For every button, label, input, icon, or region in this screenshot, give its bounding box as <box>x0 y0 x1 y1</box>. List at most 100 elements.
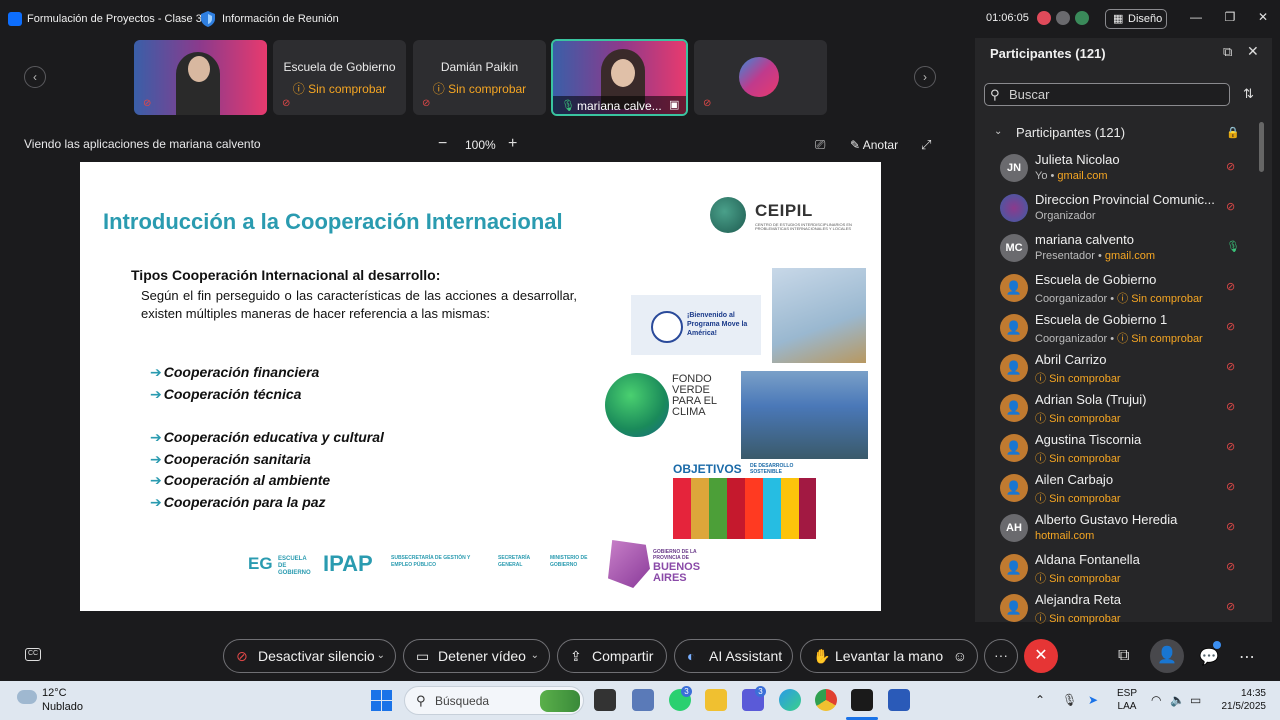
chevron-down-icon[interactable]: ⌄ <box>994 126 1002 137</box>
volume-icon[interactable]: 🔈 <box>1170 693 1185 707</box>
mic-muted-icon[interactable]: ⊘ <box>1226 520 1235 533</box>
participant-row[interactable]: JN Julieta Nicolao Yo • gmail.com ⊘ <box>975 148 1260 188</box>
mic-muted-icon[interactable]: ⊘ <box>1226 480 1235 493</box>
more-options-button[interactable]: ··· <box>984 639 1018 673</box>
widget-icon[interactable] <box>540 690 580 712</box>
more-icon[interactable]: ⋯ <box>1239 647 1255 667</box>
remote-control-icon[interactable]: ⎚ <box>815 137 825 153</box>
unmute-button[interactable]: ⊘ Desactivar silencio ⌄ <box>223 639 396 673</box>
org-avatar <box>739 57 779 97</box>
eg-logo-subtitle: ESCUELA DE GOBIERNO <box>278 556 311 576</box>
sort-icon[interactable]: ⇅ <box>1243 86 1254 102</box>
lock-icon[interactable]: 🔒 <box>1226 126 1240 139</box>
zoom-out-button[interactable]: − <box>438 135 447 153</box>
slash-icon[interactable] <box>1056 11 1070 25</box>
layout-button[interactable]: ▦ Diseño <box>1105 9 1167 29</box>
participant-subtitle: Coorganizador • ⓘ Sin comprobar <box>1035 293 1203 305</box>
video-tile[interactable]: ⊘ <box>134 40 267 115</box>
chevron-down-icon[interactable]: ⌄ <box>531 640 539 672</box>
popout-icon[interactable]: ⧉ <box>1223 44 1232 60</box>
participant-row[interactable]: Direccion Provincial Comunic... Organizad… <box>975 188 1260 228</box>
vaccines-photo <box>772 268 866 363</box>
arrow-icon: ➔ <box>150 493 162 510</box>
participant-row[interactable]: 👤 Ailen Carbajo ⓘ Sin comprobar ⊘ <box>975 468 1260 508</box>
chevron-down-icon[interactable]: ⌄ <box>377 640 385 672</box>
participant-search-input[interactable] <box>984 83 1230 106</box>
closed-captions-icon[interactable]: CC <box>25 648 41 661</box>
record-icon[interactable] <box>1037 11 1051 25</box>
participant-row[interactable]: AH Alberto Gustavo Heredia hotmail.com ⊘ <box>975 508 1260 548</box>
video-tile[interactable]: ⊘ <box>694 40 827 115</box>
mic-muted-icon[interactable]: ⊘ <box>1226 360 1235 373</box>
mic-on-icon[interactable]: 🎙 <box>1226 240 1240 253</box>
video-tile-active-speaker[interactable]: 🎙 mariana calve... ▣ <box>551 39 688 116</box>
webex-taskbar-icon[interactable] <box>851 689 873 711</box>
user-status-icon[interactable] <box>1075 11 1089 25</box>
close-panel-icon[interactable]: ✕ <box>1247 43 1259 60</box>
chevron-up-icon[interactable]: ⌃ <box>1035 693 1045 707</box>
taskbar-clock[interactable]: 14:35 21/5/2025 <box>1218 687 1267 713</box>
keyboard-language[interactable]: ESP LAA <box>1117 687 1137 713</box>
cloud-icon[interactable] <box>17 690 37 704</box>
send-icon[interactable]: ➤ <box>1088 693 1098 707</box>
mic-muted-icon[interactable]: ⊘ <box>1226 400 1235 413</box>
move-america-logo <box>651 311 683 343</box>
shield-icon[interactable] <box>201 11 215 27</box>
task-view-icon[interactable] <box>594 689 616 711</box>
video-tile[interactable]: Damián Paikin ⓘ Sin comprobar ⊘ <box>413 40 546 115</box>
apps-icon[interactable]: ⧉ <box>1118 647 1129 665</box>
sdg-title: OBJETIVOS <box>673 462 742 476</box>
participant-row[interactable]: 👤 Abril Carrizo ⓘ Sin comprobar ⊘ <box>975 348 1260 388</box>
close-window-icon[interactable]: ✕ <box>1255 10 1271 24</box>
participant-row[interactable]: 👤 Agustina Tiscornia ⓘ Sin comprobar ⊘ <box>975 428 1260 468</box>
chrome-icon[interactable] <box>815 689 837 711</box>
mic-muted-icon[interactable]: ⊘ <box>1226 160 1235 173</box>
battery-icon[interactable]: ▭ <box>1190 693 1201 707</box>
maximize-icon[interactable]: ❐ <box>1222 10 1238 24</box>
file-explorer-icon[interactable] <box>705 689 727 711</box>
wifi-icon[interactable]: ◠ <box>1151 693 1161 707</box>
mic-muted-icon[interactable]: ⊘ <box>1226 440 1235 453</box>
thumbnails-next-button[interactable]: › <box>914 66 936 88</box>
participant-email-domain: gmail.com <box>1104 250 1156 262</box>
zoom-in-button[interactable]: + <box>508 135 517 153</box>
mic-muted-icon[interactable]: ⊘ <box>1226 320 1235 333</box>
participant-row[interactable]: 👤 Alejandra Reta ⓘ Sin comprobar ⊘ <box>975 588 1260 628</box>
edge-icon[interactable] <box>779 689 801 711</box>
mic-muted-icon[interactable]: ⊘ <box>1226 200 1235 213</box>
slide-title: Introducción a la Cooperación Internacio… <box>103 209 563 234</box>
mic-muted-icon[interactable]: ⊘ <box>1226 600 1235 613</box>
share-button[interactable]: ⇪ Compartir <box>557 639 667 673</box>
stop-video-button[interactable]: ▭ Detener vídeo ⌄ <box>403 639 550 673</box>
reactions-icon[interactable]: ☺ <box>953 640 967 672</box>
org-avatar <box>1000 194 1028 222</box>
participants-group-header[interactable]: Participantes (121) <box>1016 125 1125 140</box>
mic-muted-icon[interactable]: ⊘ <box>1226 560 1235 573</box>
participant-row[interactable]: MC mariana calvento Presentador • gmail.co… <box>975 228 1260 268</box>
windows-start-icon[interactable] <box>371 690 392 711</box>
mic-muted-icon[interactable]: ⊘ <box>1226 280 1235 293</box>
participants-toggle-button[interactable]: 👤 <box>1150 639 1184 673</box>
minimize-icon[interactable]: — <box>1188 10 1204 24</box>
raise-hand-button[interactable]: ✋ Levantar la mano ☺ <box>800 639 978 673</box>
mic-muted-tray-icon[interactable]: 🎙 <box>1062 693 1077 707</box>
leave-meeting-button[interactable]: ✕ <box>1024 639 1058 673</box>
video-tile[interactable]: Escuela de Gobierno ⓘ Sin comprobar ⊘ <box>273 40 406 115</box>
list-item: ➔ Cooperación para la paz <box>150 494 384 516</box>
participant-row[interactable]: 👤 Aldana Fontanella ⓘ Sin comprobar ⊘ <box>975 548 1260 588</box>
shared-slide[interactable]: Introducción a la Cooperación Internacio… <box>80 162 881 611</box>
calculator-icon[interactable] <box>632 689 654 711</box>
thumbnails-prev-button[interactable]: ‹ <box>24 66 46 88</box>
weather-temp[interactable]: 12°C <box>42 687 67 699</box>
participant-row[interactable]: 👤 Adrian Sola (Trujui) ⓘ Sin comprobar ⊘ <box>975 388 1260 428</box>
participant-row[interactable]: 👤 Escuela de Gobierno 1 Coorganizador • ⓘ … <box>975 308 1260 348</box>
annotate-button[interactable]: ✎ Anotar <box>850 138 898 152</box>
word-icon[interactable] <box>888 689 910 711</box>
chat-icon[interactable]: 💬 <box>1199 647 1219 667</box>
meeting-info-link[interactable]: Información de Reunión <box>222 13 339 25</box>
ai-assistant-button[interactable]: ◐ AI Assistant <box>674 639 793 673</box>
weather-condition[interactable]: Nublado <box>42 701 83 713</box>
globe-icon <box>710 197 746 233</box>
fullscreen-icon[interactable]: ⤢ <box>921 137 931 153</box>
participant-row[interactable]: 👤 Escuela de Gobierno Coorganizador • ⓘ Si… <box>975 268 1260 308</box>
